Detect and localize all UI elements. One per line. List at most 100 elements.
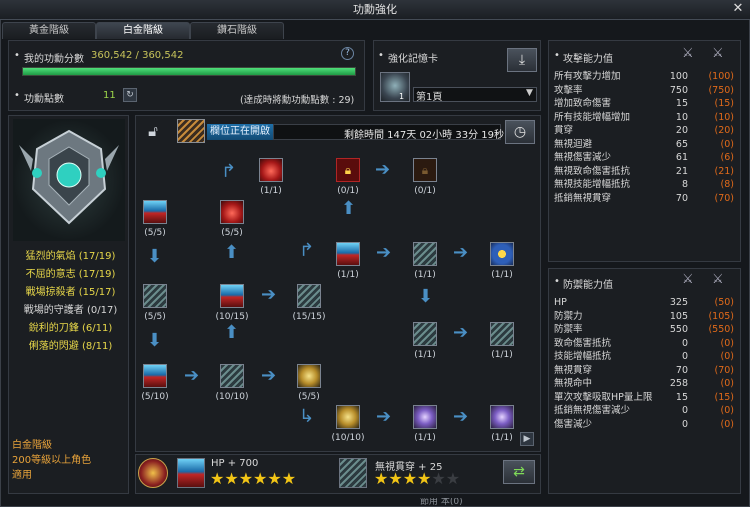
crossed-swords-icon: ⚔ [712,272,724,287]
star-icon: ★ [374,469,389,488]
stat-row: 所有攻擊力增加 100 (100) [550,70,738,84]
tab-diamond[interactable]: 鑽石階級 [190,22,284,39]
close-button[interactable]: ✕ [730,2,746,17]
help-icon[interactable]: ? [341,47,354,60]
stat-value: 8 [681,179,688,190]
node-1[interactable]: 🔒︎ [336,158,360,182]
star-icon: ★ [417,469,432,488]
play-icon[interactable]: ▶ [520,432,534,446]
stat-bonus: (50) [714,297,734,308]
node-8[interactable] [143,284,167,308]
node-10[interactable] [297,284,321,308]
node-count: (1/1) [414,270,436,280]
bullet-icon: • [14,90,20,101]
bullet-icon: • [378,50,384,61]
rank-info-line: 適用 [12,470,32,481]
node-15[interactable] [220,364,244,388]
arrow-icon: ↳ [299,406,315,427]
sidebar-item-5[interactable]: 俐落的閃避 (8/11) [8,340,133,354]
arrow-icon: ↱ [221,161,237,182]
node-count: (10/10) [215,392,249,402]
sidebar-item-label: 猛烈的氣焰 (17/19) [25,251,116,262]
stat-value: 15 [675,98,688,109]
swap-icon[interactable]: ⇄ [503,460,535,484]
stat-value: 70 [675,364,688,376]
rank-info: 白金階級 200等級以上角色 適用 [12,438,124,483]
stat-row: 攻擊率 750 (750) [550,84,738,98]
points-label: 功勳點數 [24,94,64,105]
stat-row: 所有技能增幅增加 10 (10) [550,111,738,125]
sidebar-item-label: 銳利的刀鋒 (6/11) [28,323,113,334]
stat-bonus: (70) [714,364,734,376]
stat-bonus: (100) [708,71,734,82]
window-title: 功勳強化 [0,0,750,20]
node-count: (15/15) [292,312,326,322]
timer-button[interactable]: ◷ [505,120,535,144]
defense-title: 防禦能力值 [563,280,613,291]
stat-row: 無視貫穿 70 (70) [550,364,738,378]
sidebar-item-3[interactable]: 戰場的守護者 (0/17) [8,304,133,318]
node-17[interactable] [336,405,360,429]
node-7[interactable] [490,242,514,266]
node-5[interactable] [336,242,360,266]
stat-bonus: (15) [714,391,734,403]
star-icon: ★ [253,469,268,488]
node-count: (1/1) [337,270,359,280]
stat-bonus: (0) [720,378,734,389]
stat-value: 21 [675,165,688,177]
stat-bonus: (0) [720,405,734,416]
stat-row: 技能增幅抵抗 0 (0) [550,350,738,364]
arrow-icon: ⬇ [418,286,434,307]
bullet-icon: • [14,50,20,61]
attack-title: 攻擊能力值 [563,54,613,65]
node-16[interactable] [297,364,321,388]
star-rating-2: ★★★★★★ [374,471,460,487]
hp-bonus-icon [177,458,205,488]
bullet-icon: • [554,276,560,287]
stat-bonus: (0) [720,418,734,430]
effect-list: 猛烈的氣焰 (17/19) 不屈的意志 (17/19) 戰場掠殺者 (15/17… [8,244,129,364]
node-0[interactable] [259,158,283,182]
node-18[interactable] [413,405,437,429]
node-4[interactable] [220,200,244,224]
unlock-icon[interactable]: 🔓︎ [142,120,164,142]
node-count: (1/1) [414,433,436,443]
stat-value: 0 [681,337,688,349]
stat-value: 550 [669,324,688,335]
node-12[interactable] [413,322,437,346]
arrow-icon: ➔ [261,284,277,305]
node-9[interactable] [220,284,244,308]
stat-bonus: (0) [720,351,734,362]
refresh-icon[interactable]: ↻ [123,88,137,102]
attack-stat-list: 所有攻擊力增加 100 (100) 攻擊率 750 (750) 增加致命傷害 15 (15) 所有… [550,70,738,222]
sidebar-item-0[interactable]: 猛烈的氣焰 (17/19) [8,250,133,264]
sidebar-item-4[interactable]: 銳利的刀鋒 (6/11) [8,322,133,336]
memory-card-icon[interactable] [380,72,410,102]
rank-info-line: 200等級以上角色 [12,455,92,466]
bullet-icon: • [554,50,560,61]
points-value: 11 [103,90,116,101]
sidebar-item-1[interactable]: 不屈的意志 (17/19) [8,268,133,282]
stat-row: 單次攻擊吸取HP量上限 15 (15) [550,391,738,405]
stat-value: 65 [675,138,688,150]
sidebar-item-label: 戰場掠殺者 (15/17) [25,287,116,298]
node-count: (1/1) [491,270,513,280]
tab-gold[interactable]: 黃金階級 [2,22,96,39]
arrow-icon: ➔ [375,159,391,180]
arrow-icon: ⬇ [147,330,163,351]
star-icon: ★ [388,469,403,488]
sidebar-item-2[interactable]: 戰場掠殺者 (15/17) [8,286,133,300]
node-14[interactable] [143,364,167,388]
stat-value: 0 [681,418,688,430]
stat-row: 防禦率 550 (550) [550,323,738,337]
node-13[interactable] [490,322,514,346]
node-19[interactable] [490,405,514,429]
tab-platinum[interactable]: 白金階級 [96,22,190,39]
stat-value: 258 [669,378,688,389]
node-6[interactable] [413,242,437,266]
node-2[interactable]: 🔒︎ [413,158,437,182]
stat-row: 無視命中 258 (0) [550,377,738,391]
download-icon[interactable]: ⤓ [507,48,537,72]
node-3[interactable] [143,200,167,224]
stat-row: 致命傷害抵抗 0 (0) [550,337,738,351]
